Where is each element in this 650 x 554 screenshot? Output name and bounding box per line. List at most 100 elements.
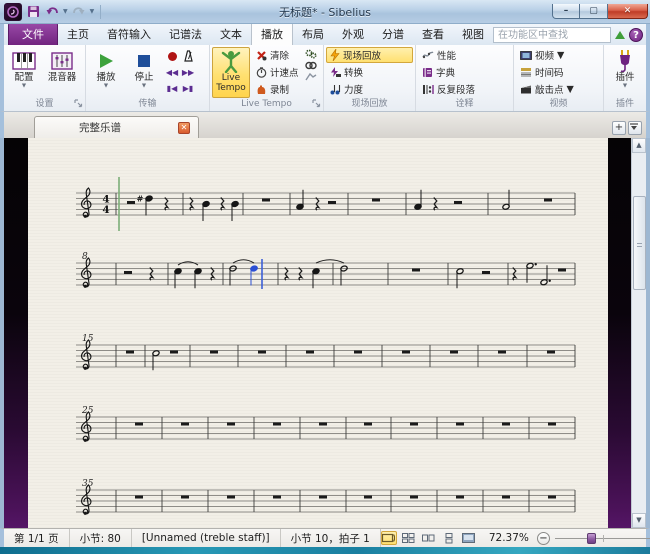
status-bar: 第 1/1 页 小节: 80 [Unnamed (treble staff)] … xyxy=(0,528,650,547)
group-label-plugins: 插件 xyxy=(604,98,646,111)
play-button[interactable]: 播放 ▼ xyxy=(88,47,124,98)
tab-text[interactable]: 文本 xyxy=(211,23,251,45)
desktop-strip xyxy=(0,547,650,554)
close-button[interactable]: ✕ xyxy=(608,4,648,19)
new-tab-button[interactable]: + xyxy=(612,121,626,135)
dialog-launcher-icon[interactable] xyxy=(74,99,83,108)
move-to-end-button[interactable]: ▶▮ xyxy=(183,84,194,93)
full-screen-view-button[interactable] xyxy=(461,531,477,545)
move-to-start-button[interactable]: ▮◀ xyxy=(167,84,178,93)
metronome-icon xyxy=(183,50,194,62)
rings-icon[interactable] xyxy=(305,61,317,70)
document-tab-bar: 完整乐谱 ✕ + xyxy=(0,112,650,138)
live-tempo-label-1: Live xyxy=(222,73,240,83)
hit-points-button[interactable]: 敲击点 ▼ xyxy=(516,81,601,97)
spread-view-button[interactable] xyxy=(401,531,417,545)
record-icon xyxy=(167,51,178,62)
ribbon-group-settings: 配置 ▼ 混音器 设置 xyxy=(4,45,86,111)
scrollbar-thumb[interactable] xyxy=(633,196,646,290)
clear-icon xyxy=(256,50,267,61)
vertical-scrollbar[interactable]: ▲ ▼ xyxy=(631,138,646,528)
score-page[interactable]: 44# 8 15 25 35 xyxy=(28,138,608,528)
panorama-view-button[interactable] xyxy=(381,531,397,545)
tap-points-button[interactable]: 计速点 xyxy=(252,64,303,80)
live-tempo-label-2: Tempo xyxy=(216,83,246,93)
ribbon-group-live-tempo: Live Tempo 清除 计速点 xyxy=(210,45,324,111)
status-bar-count: 小节: 80 xyxy=(70,529,132,547)
video-button[interactable]: 视频 ▼ xyxy=(516,47,601,63)
music-notation[interactable]: 44# 8 15 25 35 xyxy=(28,138,608,528)
group-label-settings: 设置 xyxy=(4,98,85,111)
tab-review[interactable]: 查看 xyxy=(413,23,453,45)
zoom-slider-thumb[interactable] xyxy=(587,533,596,544)
staff[interactable]: 25 xyxy=(76,406,575,442)
hand-icon xyxy=(256,84,267,95)
score-viewport: 44# 8 15 25 35 ▲ ▼ xyxy=(0,138,650,528)
clear-live-tempo-button[interactable]: 清除 xyxy=(252,47,303,63)
zoom-slider-track[interactable] xyxy=(555,532,650,544)
transform-icon xyxy=(330,67,341,78)
metronome-button[interactable] xyxy=(183,50,194,62)
group-label-live-playback: 现场回放 xyxy=(324,98,415,111)
dictionary-book-icon xyxy=(422,67,433,78)
horizontal-pages-view-button[interactable] xyxy=(421,531,437,545)
tab-layout[interactable]: 布局 xyxy=(293,23,333,45)
title-bar: ▼ ▼ 无标题* - Sibelius – ▢ ✕ xyxy=(0,0,650,24)
scroll-up-icon[interactable]: ▲ xyxy=(632,138,646,153)
transform-live-playback-button[interactable]: 转换 xyxy=(326,64,413,80)
plugins-button[interactable]: 插件 ▼ xyxy=(607,47,643,98)
performance-button[interactable]: 性能 xyxy=(418,47,511,63)
live-tempo-button[interactable]: Live Tempo xyxy=(212,47,250,98)
minimize-button[interactable]: – xyxy=(552,4,580,19)
maximize-button[interactable]: ▢ xyxy=(580,4,608,19)
mixer-button[interactable]: 混音器 xyxy=(44,47,80,98)
staff[interactable]: 35 xyxy=(76,479,575,515)
tab-file[interactable]: 文件 xyxy=(8,22,58,45)
live-playback-button[interactable]: 现场回放 xyxy=(326,47,413,63)
help-button[interactable]: ? xyxy=(629,28,643,42)
full-screen-icon xyxy=(462,533,475,543)
stop-button[interactable]: 停止 ▼ xyxy=(126,47,162,98)
staff[interactable]: 44# xyxy=(76,177,575,231)
record-button[interactable] xyxy=(167,51,178,62)
tab-view[interactable]: 视图 xyxy=(453,23,493,45)
vertical-pages-view-button[interactable] xyxy=(441,531,457,545)
timecode-icon xyxy=(520,67,532,77)
zoom-out-button[interactable]: − xyxy=(537,532,550,545)
timecode-button[interactable]: 时间码 xyxy=(516,64,601,80)
play-label: 播放 xyxy=(96,73,115,83)
setup-button[interactable]: 配置 ▼ xyxy=(6,47,42,98)
repeats-button[interactable]: 反复段落 xyxy=(418,81,511,97)
video-icon xyxy=(520,51,532,60)
dynamics-button[interactable]: 力度 xyxy=(326,81,413,97)
staff[interactable]: 8 xyxy=(76,252,575,289)
vertical-pages-icon xyxy=(444,533,454,544)
tab-play[interactable]: 播放 xyxy=(251,22,293,45)
ribbon-search-input[interactable] xyxy=(493,27,611,43)
document-tab-full-score[interactable]: 完整乐谱 ✕ xyxy=(34,116,199,138)
svg-text:25: 25 xyxy=(81,406,94,416)
tab-parts[interactable]: 分谱 xyxy=(373,23,413,45)
tab-notations[interactable]: 记谱法 xyxy=(160,23,211,45)
fast-forward-button[interactable]: ▶▶ xyxy=(182,68,194,77)
gears-icon[interactable] xyxy=(305,49,317,59)
tab-list-button[interactable] xyxy=(628,121,642,135)
dialog-launcher-icon[interactable] xyxy=(312,99,321,108)
tempo-curve-icon[interactable] xyxy=(305,72,317,81)
tab-appearance[interactable]: 外观 xyxy=(333,23,373,45)
collapse-ribbon-icon[interactable] xyxy=(615,31,625,39)
scroll-down-icon[interactable]: ▼ xyxy=(632,513,646,528)
mixer-icon xyxy=(51,49,73,73)
dictionary-button[interactable]: 字典 xyxy=(418,64,511,80)
stop-icon xyxy=(137,49,151,73)
tab-home[interactable]: 主页 xyxy=(58,23,98,45)
repeat-barline-icon xyxy=(422,84,434,95)
rewind-button[interactable]: ◀◀ xyxy=(166,68,178,77)
tab-note-input[interactable]: 音符输入 xyxy=(98,23,160,45)
close-tab-icon[interactable]: ✕ xyxy=(178,122,190,134)
performance-icon xyxy=(422,50,434,60)
staff[interactable]: 15 xyxy=(76,334,575,370)
svg-text:#: # xyxy=(137,195,144,204)
record-live-tempo-button[interactable]: 录制 xyxy=(252,81,303,97)
chevron-down-icon: ▼ xyxy=(104,83,108,89)
